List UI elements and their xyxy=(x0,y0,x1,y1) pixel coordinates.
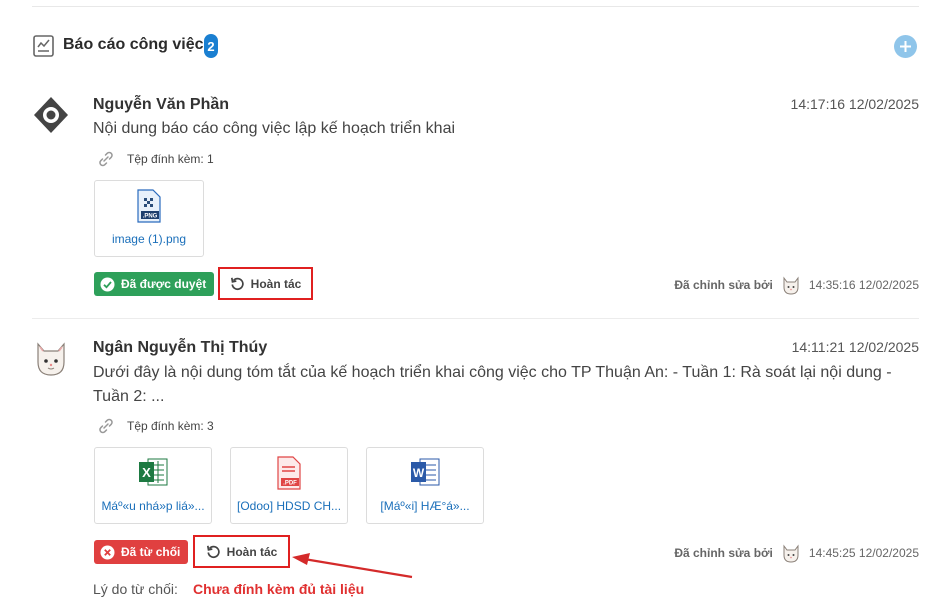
report-icon xyxy=(33,35,54,57)
check-circle-icon xyxy=(100,277,115,291)
word-file-icon: W xyxy=(411,458,440,486)
report-author: Nguyễn Văn Phần xyxy=(93,96,230,113)
cat-avatar-icon xyxy=(783,544,799,563)
section-title: Báo cáo công việc xyxy=(63,36,204,53)
link-icon xyxy=(99,151,113,167)
status-badge-rejected: Đã từ chối xyxy=(94,540,189,564)
x-circle-icon xyxy=(100,545,115,559)
svg-text:X: X xyxy=(142,465,151,480)
file-card[interactable]: X Máº«u nhá»p liá»... xyxy=(94,447,212,524)
file-name: [Máº«i] HÆ°á»... xyxy=(380,499,470,513)
undo-button[interactable]: Hoàn tác xyxy=(218,267,313,300)
report-divider xyxy=(32,318,919,319)
svg-text:.PNG: .PNG xyxy=(143,214,158,220)
annotation-arrow-icon xyxy=(292,553,413,579)
edited-info: Đã chỉnh sửa bởi 14:35:16 12/02/2025 xyxy=(674,274,919,296)
plus-icon xyxy=(900,41,911,52)
undo-button[interactable]: Hoàn tác xyxy=(193,535,290,568)
pdf-file-icon: .PDF xyxy=(277,456,301,490)
report-time: 14:11:21 12/02/2025 xyxy=(791,339,919,355)
undo-icon xyxy=(230,277,244,291)
cat-avatar-icon xyxy=(783,276,799,295)
reject-reason-label: Lý do từ chối: xyxy=(93,581,178,597)
undo-icon xyxy=(206,545,220,559)
svg-text:W: W xyxy=(413,466,425,480)
report-content: Nội dung báo cáo công việc lập kế hoạch … xyxy=(93,120,456,137)
attachments-label: Tệp đính kèm: 3 xyxy=(97,417,214,435)
status-badge-approved: Đã được duyệt xyxy=(94,272,215,296)
file-name: [Odoo] HDSD CH... xyxy=(237,499,342,513)
png-file-icon: .PNG xyxy=(137,189,161,223)
add-report-button[interactable] xyxy=(894,35,917,58)
report-content: Dưới đây là nội dung tóm tắt của kế hoạc… xyxy=(93,364,892,405)
report-author: Ngân Nguyễn Thị Thúy xyxy=(93,339,268,356)
file-card[interactable]: .PNG image (1).png xyxy=(94,180,204,257)
file-name: Máº«u nhá»p liá»... xyxy=(101,499,205,513)
edited-info: Đã chỉnh sửa bởi 14:45:25 12/02/2025 xyxy=(674,542,919,564)
file-card[interactable]: .PDF [Odoo] HDSD CH... xyxy=(230,447,348,524)
link-icon xyxy=(99,418,113,434)
report-count-badge: 2 xyxy=(204,34,218,58)
attachments-label: Tệp đính kèm: 1 xyxy=(97,150,214,168)
file-name: image (1).png xyxy=(111,232,187,246)
cat-avatar-icon xyxy=(37,342,65,376)
svg-text:.PDF: .PDF xyxy=(283,481,297,487)
excel-file-icon: X xyxy=(139,458,168,486)
report-time: 14:17:16 12/02/2025 xyxy=(790,96,919,112)
reject-reason-value: Chưa đính kèm đủ tài liệu xyxy=(193,581,365,597)
top-divider xyxy=(32,6,919,7)
avatar-logo-icon xyxy=(34,97,68,133)
file-card[interactable]: W [Máº«i] HÆ°á»... xyxy=(366,447,484,524)
